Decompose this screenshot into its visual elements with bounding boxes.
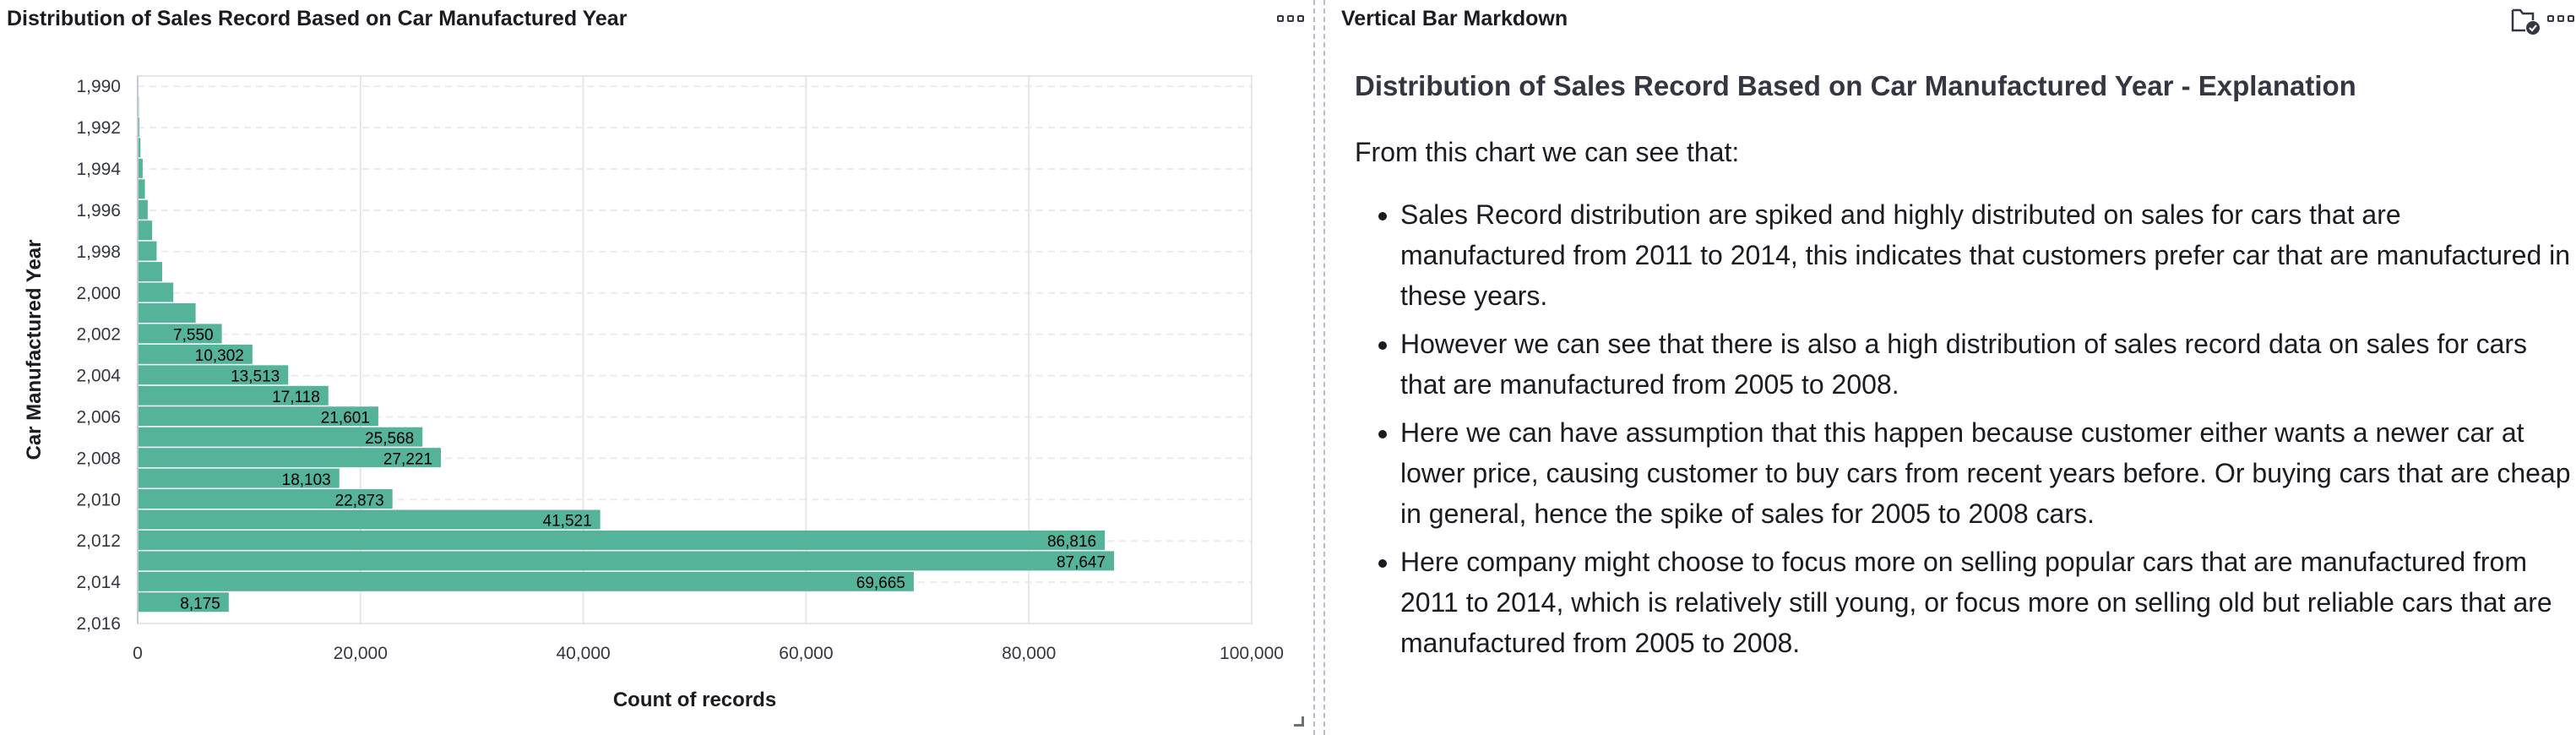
bar bbox=[138, 282, 174, 302]
folder-check-icon[interactable] bbox=[2510, 7, 2541, 35]
y-tick-label: 2,000 bbox=[76, 284, 121, 303]
bar bbox=[138, 241, 157, 261]
y-tick-label: 2,010 bbox=[76, 490, 121, 509]
y-tick-label: 1,990 bbox=[76, 77, 121, 96]
dot-icon bbox=[2547, 15, 2554, 22]
x-tick-label: 0 bbox=[133, 644, 143, 663]
bar-data-label: 69,665 bbox=[856, 574, 905, 592]
panel-divider bbox=[1313, 0, 1325, 735]
x-tick-label: 60,000 bbox=[779, 644, 833, 663]
bar-data-label: 27,221 bbox=[383, 450, 432, 468]
bar-data-label: 10,302 bbox=[195, 347, 244, 365]
bar-data-label: 18,103 bbox=[282, 471, 331, 489]
y-tick-label: 2,012 bbox=[76, 531, 121, 551]
markdown-content: Distribution of Sales Record Based on Ca… bbox=[1355, 59, 2571, 671]
bar-data-label: 7,550 bbox=[173, 327, 214, 345]
markdown-bullet: Here we can have assumption that this ha… bbox=[1400, 412, 2571, 534]
bar-data-label: 41,521 bbox=[543, 513, 592, 531]
x-axis-title: Count of records bbox=[613, 689, 776, 711]
bar-data-label: 22,873 bbox=[335, 492, 384, 509]
resize-handle-icon[interactable] bbox=[1294, 716, 1304, 727]
x-tick-label: 20,000 bbox=[334, 644, 388, 663]
bar-data-label: 25,568 bbox=[365, 430, 414, 448]
bar-data-label: 87,647 bbox=[1057, 554, 1106, 572]
y-tick-label: 1,992 bbox=[76, 118, 121, 138]
bar bbox=[138, 262, 163, 282]
markdown-bullet-list: Sales Record distribution are spiked and… bbox=[1355, 194, 2571, 663]
x-tick-label: 100,000 bbox=[1220, 644, 1284, 663]
bar-chart: 7,550 10,302 13,513 17,11821,601 25,568 27,22… bbox=[23, 75, 1284, 711]
y-axis-title: Car Manufactured Year bbox=[23, 240, 46, 460]
dot-icon bbox=[2568, 15, 2574, 22]
y-tick-label: 1,994 bbox=[76, 160, 121, 179]
bar bbox=[138, 571, 914, 591]
y-tick-label: 2,004 bbox=[76, 367, 121, 386]
markdown-panel: Vertical Bar Markdown Distribution of Sa… bbox=[1328, 0, 2576, 735]
dot-icon bbox=[2557, 15, 2564, 22]
y-tick-label: 1,996 bbox=[76, 201, 121, 220]
x-tick-label: 80,000 bbox=[1002, 644, 1056, 663]
markdown-heading: Distribution of Sales Record Based on Ca… bbox=[1355, 70, 2356, 101]
y-tick-label: 2,002 bbox=[76, 325, 121, 345]
markdown-bullet: Sales Record distribution are spiked and… bbox=[1400, 194, 2571, 316]
markdown-panel-title: Vertical Bar Markdown bbox=[1341, 7, 1568, 30]
bar-data-label: 21,601 bbox=[321, 409, 370, 427]
y-tick-label: 2,008 bbox=[76, 449, 121, 468]
bar bbox=[138, 179, 145, 199]
bar-data-label: 17,118 bbox=[272, 389, 320, 406]
panel-options-icon[interactable] bbox=[2544, 8, 2576, 29]
x-tick-label: 40,000 bbox=[556, 644, 610, 663]
bar bbox=[138, 530, 1106, 550]
bar bbox=[138, 509, 601, 530]
bar bbox=[138, 199, 148, 220]
markdown-bullet: Here company might choose to focus more … bbox=[1400, 542, 2571, 663]
bar bbox=[138, 302, 196, 323]
bar bbox=[138, 220, 153, 241]
bar-data-label: 8,175 bbox=[180, 596, 220, 613]
bar-data-label: 13,513 bbox=[231, 368, 280, 386]
markdown-intro: From this chart we can see that: bbox=[1355, 137, 1740, 167]
markdown-bullet: However we can see that there is also a … bbox=[1400, 324, 2571, 405]
y-tick-label: 1,998 bbox=[76, 242, 121, 262]
y-tick-label: 2,014 bbox=[76, 573, 121, 592]
bar bbox=[138, 551, 1115, 571]
chart-panel: Distribution of Sales Record Based on Ca… bbox=[0, 0, 1311, 735]
y-tick-label: 2,006 bbox=[76, 407, 121, 427]
bar-data-label: 86,816 bbox=[1047, 533, 1096, 551]
y-tick-label: 2,016 bbox=[76, 614, 121, 634]
